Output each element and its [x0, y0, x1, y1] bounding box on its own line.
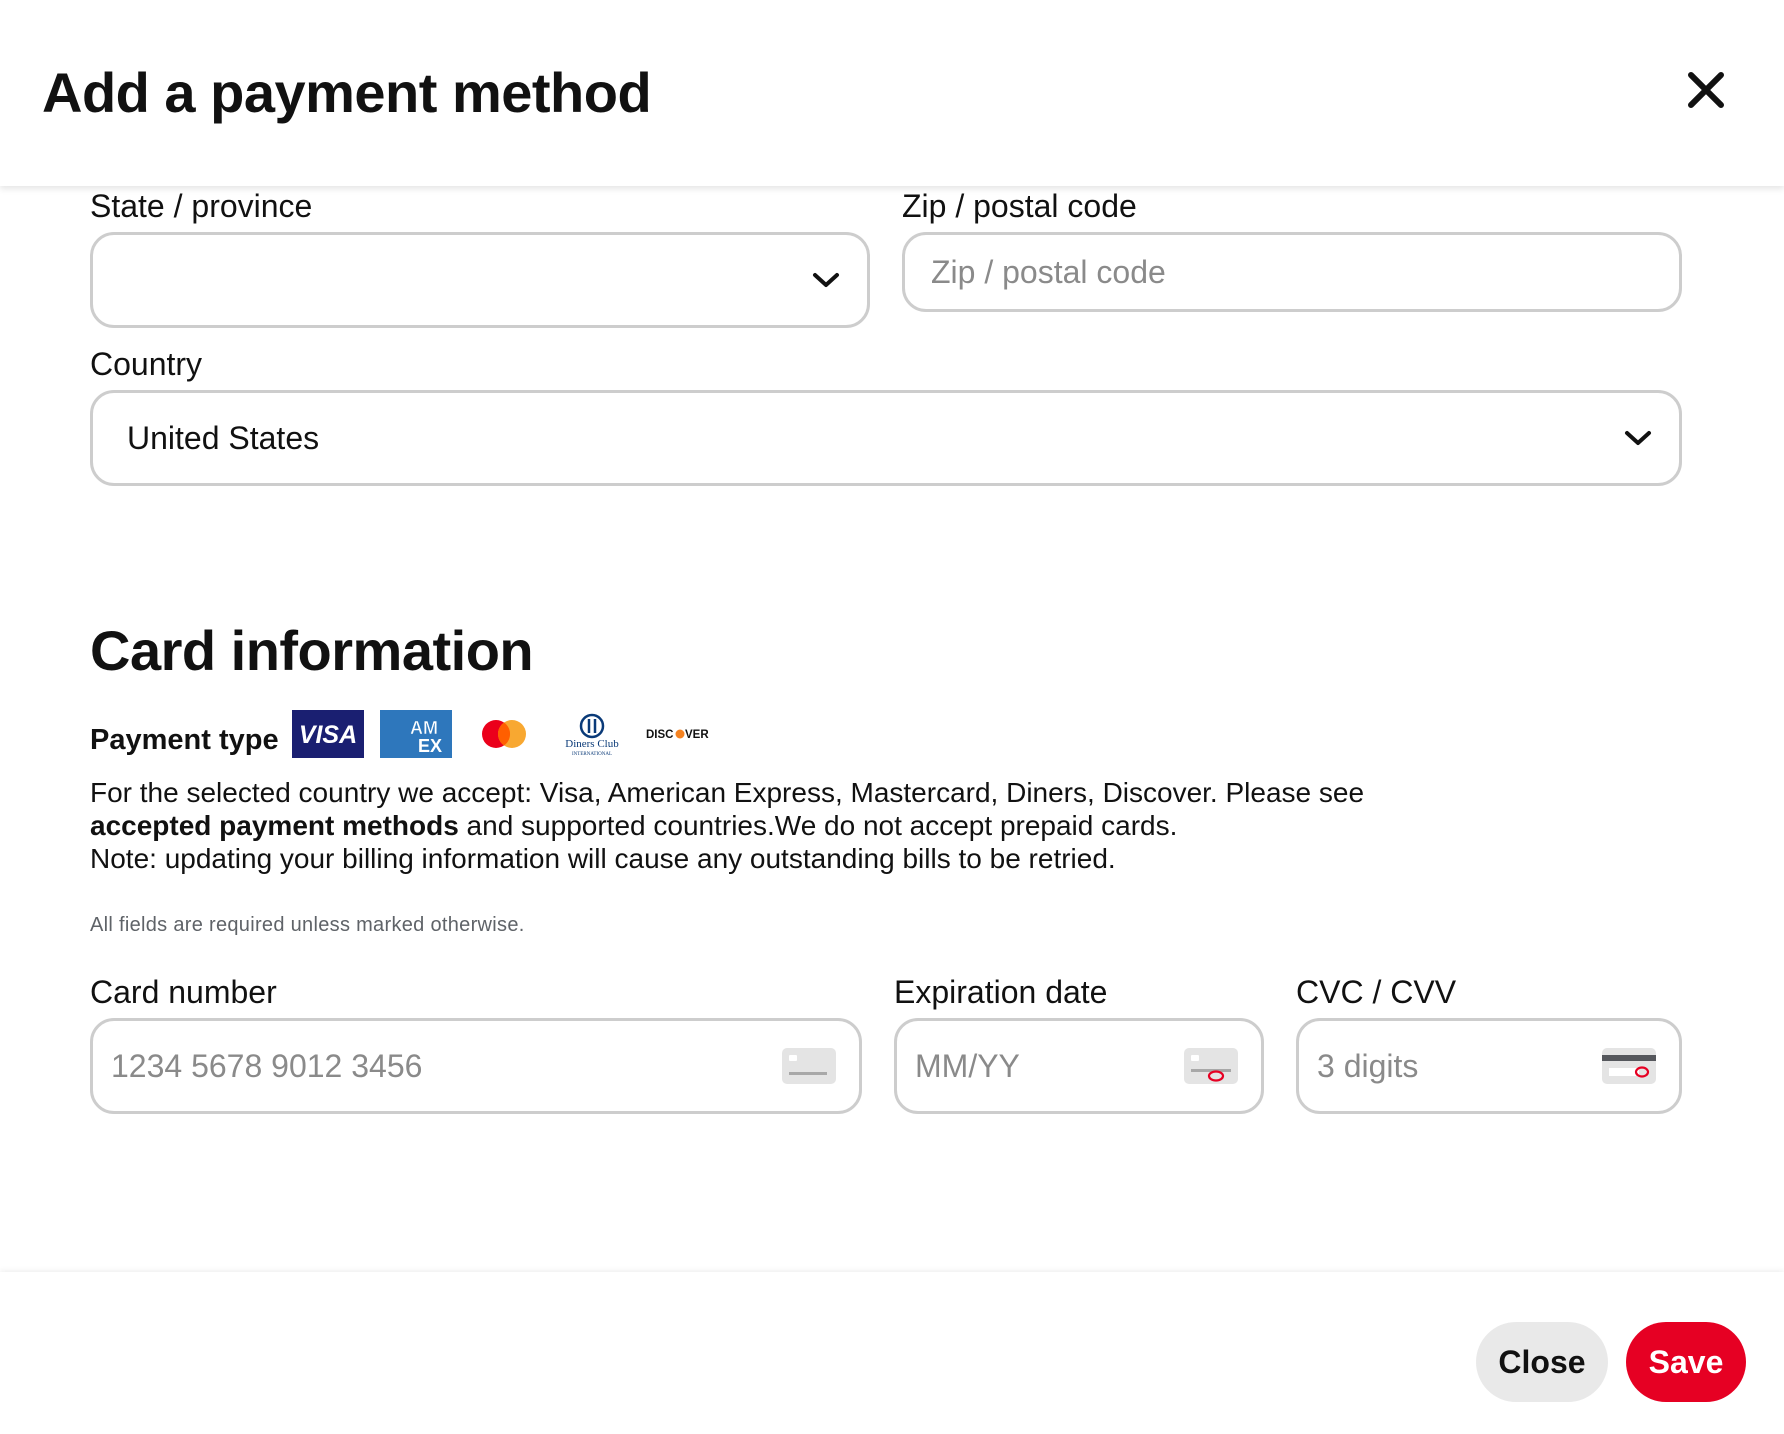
svg-text:INTERNATIONAL: INTERNATIONAL — [572, 752, 612, 757]
state-select[interactable] — [90, 232, 870, 328]
accepted-text: For the selected country we accept: Visa… — [90, 777, 1365, 808]
required-fields-note: All fields are required unless marked ot… — [90, 914, 525, 936]
svg-text:AM: AM — [410, 718, 438, 738]
payment-type-label: Payment type — [90, 724, 279, 756]
amex-logo-icon: AM EX — [380, 710, 452, 758]
expiration-field[interactable] — [894, 1018, 1264, 1114]
state-label: State / province — [90, 188, 313, 224]
country-select[interactable]: United States — [90, 390, 1682, 486]
modal-title: Add a payment method — [42, 61, 652, 124]
accepted-cards-info: For the selected country we accept: Visa… — [90, 776, 1570, 875]
svg-text:Diners Club: Diners Club — [565, 738, 619, 750]
card-number-label: Card number — [90, 974, 277, 1010]
billing-note: Note: updating your billing information … — [90, 843, 1116, 874]
expiration-label: Expiration date — [894, 974, 1108, 1010]
card-icon — [782, 1048, 836, 1084]
svg-text:VER: VER — [685, 729, 709, 741]
modal-footer: Close Save — [0, 1272, 1784, 1434]
discover-logo-icon: DISC VER — [646, 729, 709, 741]
zip-field[interactable] — [902, 232, 1682, 312]
card-number-field[interactable] — [90, 1018, 862, 1114]
mastercard-logo-icon — [482, 720, 526, 748]
close-icon[interactable] — [1676, 60, 1736, 120]
zip-input[interactable] — [905, 253, 1679, 291]
svg-text:EX: EX — [418, 736, 442, 756]
save-button[interactable]: Save — [1626, 1322, 1746, 1402]
close-button[interactable]: Close — [1476, 1322, 1608, 1402]
country-value: United States — [127, 419, 320, 456]
accepted-text-2: and supported countries.We do not accept… — [458, 810, 1178, 841]
visa-logo-icon: VISA — [292, 710, 364, 758]
card-expiry-icon — [1184, 1048, 1238, 1084]
accepted-payment-methods-link[interactable]: accepted payment methods — [90, 810, 459, 841]
svg-text:DISC: DISC — [646, 729, 673, 741]
modal-header: Add a payment method — [0, 0, 1784, 186]
card-back-cvc-icon — [1602, 1048, 1656, 1084]
modal-body: State / province Zip / postal code Count… — [0, 186, 1784, 1272]
cvc-label: CVC / CVV — [1296, 974, 1457, 1010]
zip-label: Zip / postal code — [902, 188, 1137, 224]
chevron-down-icon — [1625, 431, 1651, 445]
cvc-field[interactable] — [1296, 1018, 1682, 1114]
card-information-title: Card information — [90, 619, 534, 682]
country-label: Country — [90, 346, 203, 382]
visa-logo-text: VISA — [299, 721, 357, 749]
card-number-input[interactable] — [93, 1047, 859, 1085]
chevron-down-icon — [813, 273, 839, 287]
diners-club-logo-icon: Diners Club INTERNATIONAL — [565, 713, 619, 757]
